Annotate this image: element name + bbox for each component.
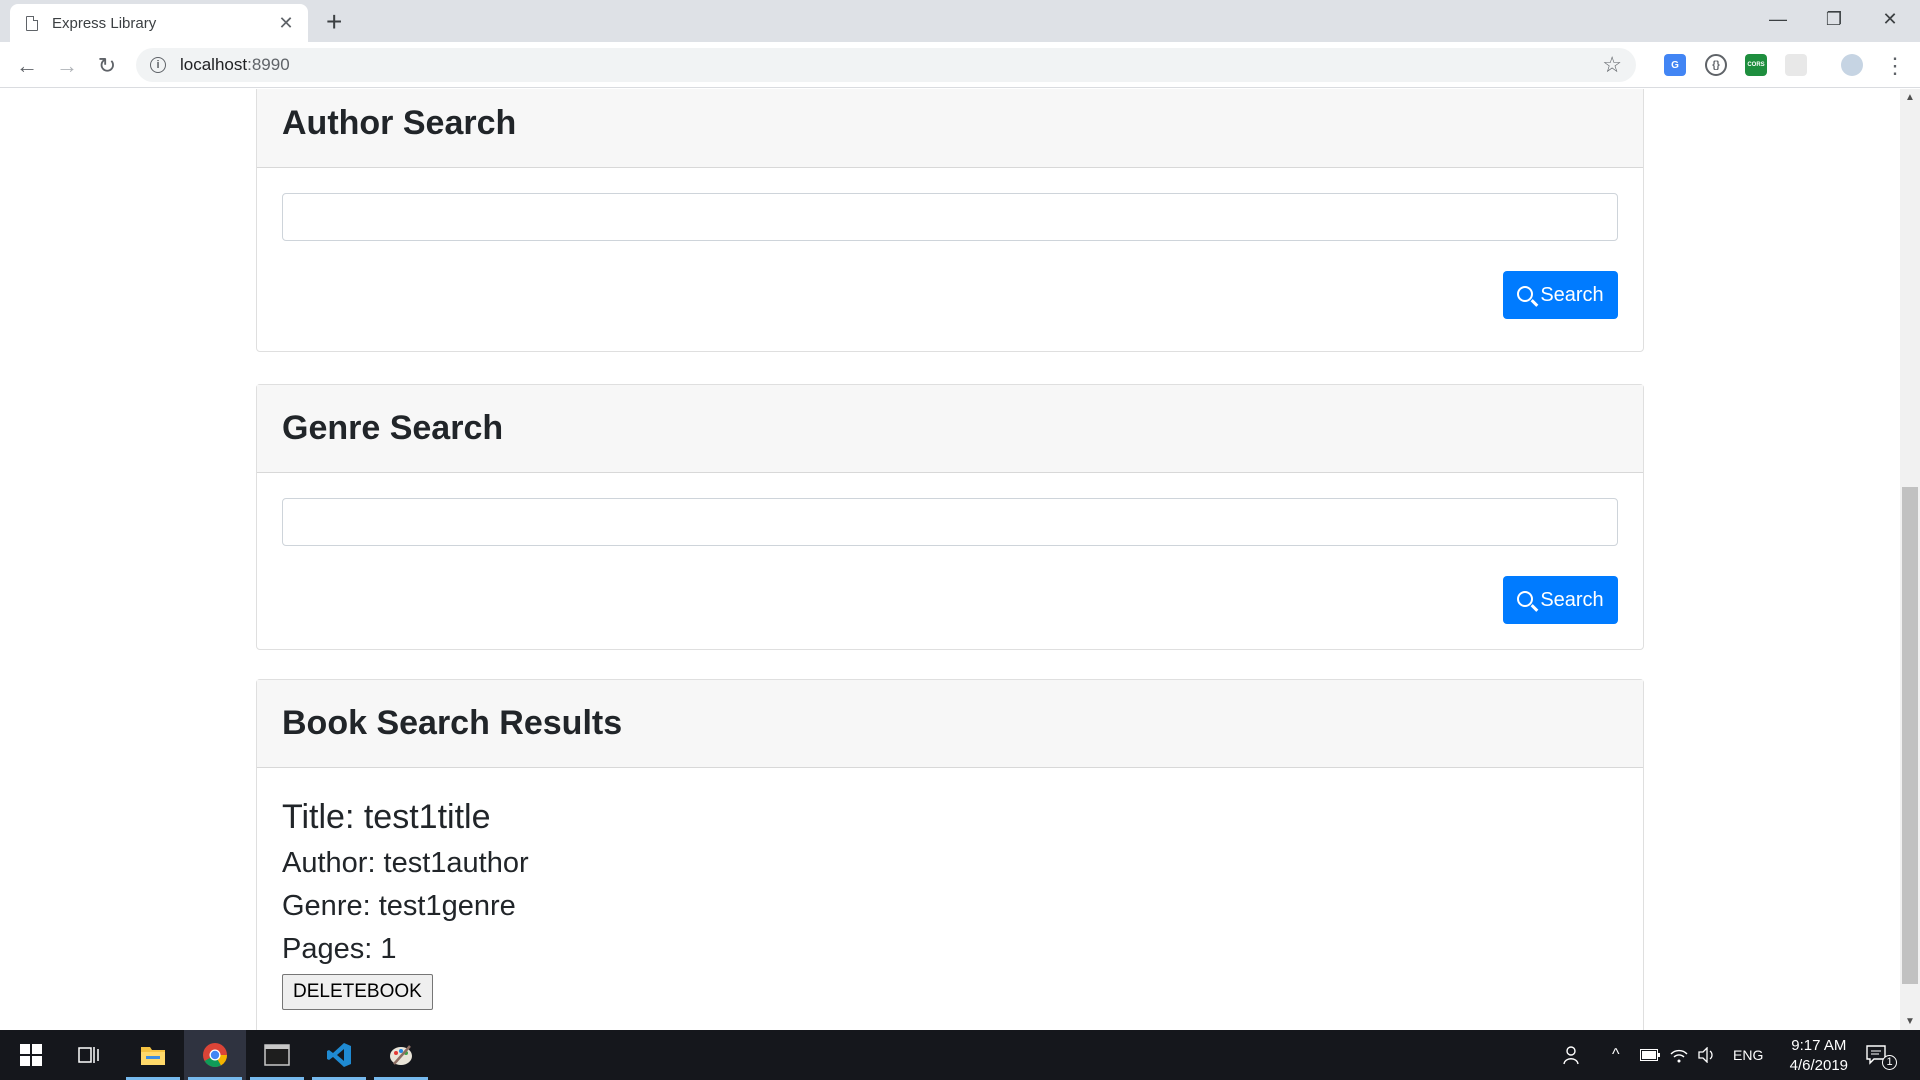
blank-extension-icon[interactable] [1785, 54, 1807, 76]
author-search-body: Search [257, 168, 1643, 319]
language-indicator[interactable]: ENG [1733, 1030, 1763, 1080]
people-icon[interactable] [1562, 1030, 1582, 1080]
tray-expand-icon[interactable]: ^ [1612, 1030, 1620, 1080]
windows-start-icon[interactable] [0, 1030, 62, 1080]
book-title: Title: test1title [282, 798, 491, 836]
address-bar[interactable]: i localhost:8990 ☆ [136, 48, 1636, 82]
tab-close-icon[interactable]: ✕ [276, 13, 296, 34]
page-viewport: Author Search Search Genre Search Search… [0, 89, 1900, 1030]
wifi-icon[interactable] [1670, 1030, 1688, 1080]
browser-toolbar: ← → ↻ i localhost:8990 ☆ G {} CORS ⋮ [0, 42, 1920, 88]
profile-avatar-icon[interactable] [1841, 54, 1863, 76]
json-viewer-icon[interactable]: {} [1705, 54, 1727, 76]
task-view-icon[interactable] [58, 1030, 120, 1080]
minimize-button[interactable]: — [1750, 0, 1806, 38]
chrome-taskbar-icon[interactable] [184, 1030, 246, 1080]
author-search-button[interactable]: Search [1503, 271, 1618, 319]
scrollbar-thumb[interactable] [1902, 487, 1918, 984]
system-clock[interactable]: 9:17 AM 4/6/2019 [1790, 1036, 1848, 1076]
file-explorer-icon[interactable] [122, 1030, 184, 1080]
book-pages: Pages: 1 [282, 933, 397, 965]
results-body: Title: test1title Author: test1author Ge… [257, 768, 1643, 1030]
restore-button[interactable]: ❐ [1806, 0, 1862, 38]
translate-icon[interactable]: G [1664, 54, 1686, 76]
scroll-down-icon[interactable]: ▼ [1900, 1013, 1920, 1030]
results-header: Book Search Results [257, 680, 1643, 768]
author-search-card: Author Search Search [256, 89, 1644, 352]
page-scrollbar[interactable]: ▲ ▼ [1900, 89, 1920, 1030]
results-heading: Book Search Results [282, 704, 623, 742]
search-icon [1517, 590, 1534, 607]
vscode-icon[interactable] [308, 1030, 370, 1080]
genre-search-heading: Genre Search [282, 409, 504, 447]
paint-icon[interactable] [370, 1030, 432, 1080]
close-window-button[interactable]: ✕ [1862, 0, 1918, 38]
back-icon[interactable]: ← [11, 50, 43, 82]
browser-tabstrip: Express Library ✕ + — ❐ ✕ [0, 0, 1920, 42]
windows-taskbar: ^ ENG 9:17 AM 4/6/2019 1 [0, 1030, 1920, 1080]
forward-icon[interactable]: → [51, 50, 83, 82]
genre-search-card: Genre Search Search [256, 384, 1644, 650]
reload-icon[interactable]: ↻ [91, 50, 123, 82]
notification-center-icon[interactable]: 1 [1866, 1030, 1897, 1080]
clock-time: 9:17 AM [1791, 1037, 1847, 1054]
delete-book-button[interactable]: DELETEBOOK [282, 974, 433, 1010]
genre-search-input[interactable] [282, 498, 1618, 546]
battery-icon[interactable] [1640, 1030, 1660, 1080]
clock-date: 4/6/2019 [1789, 1057, 1848, 1074]
url-text[interactable]: localhost:8990 [180, 55, 290, 75]
author-search-heading: Author Search [282, 104, 517, 142]
tab-title: Express Library [52, 14, 157, 32]
new-tab-button[interactable]: + [326, 6, 342, 38]
book-author: Author: test1author [282, 847, 529, 879]
results-card: Book Search Results Title: test1title Au… [256, 679, 1644, 1030]
genre-search-header: Genre Search [257, 385, 1643, 473]
page-icon [26, 15, 38, 31]
book-genre: Genre: test1genre [282, 890, 516, 922]
terminal-icon[interactable] [246, 1030, 308, 1080]
browser-tab[interactable]: Express Library ✕ [10, 4, 308, 42]
author-search-header: Author Search [257, 89, 1643, 168]
volume-icon[interactable] [1698, 1030, 1716, 1080]
author-search-input[interactable] [282, 193, 1618, 241]
genre-search-button-label: Search [1540, 588, 1604, 611]
genre-search-button[interactable]: Search [1503, 576, 1618, 624]
scroll-up-icon[interactable]: ▲ [1900, 89, 1920, 106]
notification-count: 1 [1882, 1054, 1897, 1070]
cors-icon[interactable]: CORS [1745, 54, 1767, 76]
menu-kebab-icon[interactable]: ⋮ [1879, 50, 1911, 82]
genre-search-body: Search [257, 473, 1643, 624]
site-info-icon[interactable]: i [150, 57, 166, 73]
bookmark-star-icon[interactable]: ☆ [1602, 52, 1622, 78]
search-icon [1517, 285, 1534, 302]
author-search-button-label: Search [1540, 283, 1604, 306]
